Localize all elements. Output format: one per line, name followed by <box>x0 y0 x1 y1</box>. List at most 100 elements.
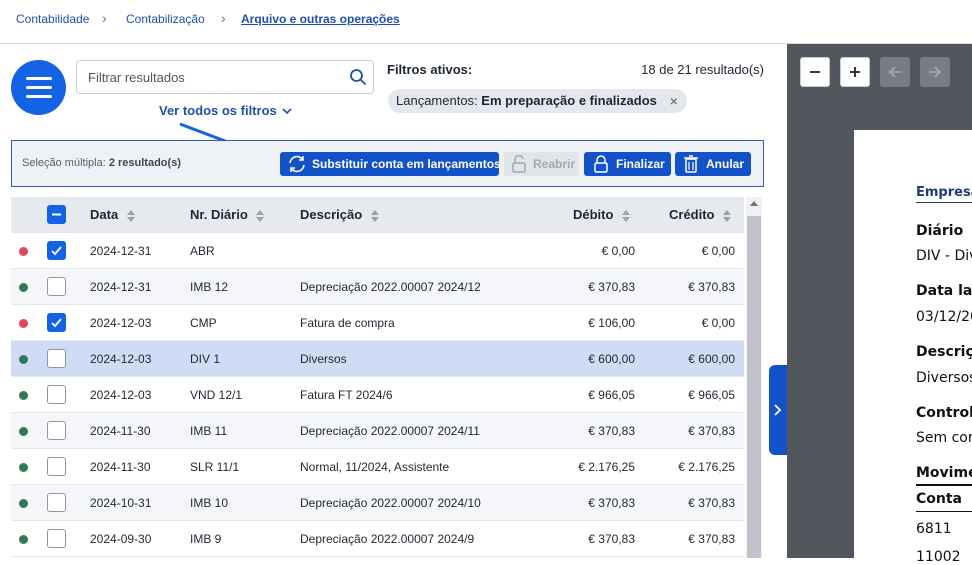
preview-description-value: Diversos <box>916 370 972 386</box>
cell-debit: € 370,83 <box>588 532 635 546</box>
arrow-right-icon <box>929 66 942 78</box>
row-checkbox[interactable] <box>47 349 66 368</box>
status-dot <box>19 247 28 256</box>
column-header-description[interactable]: Descrição <box>300 207 362 222</box>
cell-debit: € 966,05 <box>588 388 635 402</box>
preview-description-label: Descriç <box>916 344 972 360</box>
table-row[interactable]: 2024-12-03 DIV 1 Diversos € 600,00 € 600,00 <box>11 341 744 377</box>
sort-icon[interactable] <box>126 210 136 222</box>
close-icon[interactable]: × <box>670 89 678 113</box>
sort-icon[interactable] <box>722 210 732 222</box>
breadcrumb: Contabilidade › Contabilização › Arquivo… <box>0 0 972 44</box>
plus-icon <box>850 67 860 77</box>
replace-account-button[interactable]: Substituir conta em lançamentos <box>280 152 501 176</box>
sort-icon[interactable] <box>255 210 265 222</box>
filter-chip-value: Em preparação e finalizados <box>481 93 657 108</box>
status-dot <box>19 427 28 436</box>
filter-chip-prefix: Lançamentos: <box>396 93 478 108</box>
row-checkbox[interactable] <box>47 241 66 260</box>
row-checkbox[interactable] <box>47 313 66 332</box>
reopen-button[interactable]: Reabrir <box>504 152 579 176</box>
table-row[interactable]: 2024-09-30 IMB 9 Depreciação 2022.00007 20… <box>11 521 744 557</box>
column-header-credit[interactable]: Crédito <box>669 207 715 222</box>
collapse-panel-button[interactable] <box>769 365 787 455</box>
cell-credit: € 370,83 <box>688 532 735 546</box>
table-row[interactable]: 2024-11-30 IMB 11 Depreciação 2022.00007 2… <box>11 413 744 449</box>
table-row[interactable]: 2024-10-31 IMB 10 Depreciação 2022.00007 2… <box>11 485 744 521</box>
row-checkbox[interactable] <box>47 385 66 404</box>
cell-description: Depreciação 2022.00007 2024/11 <box>300 424 480 438</box>
select-all-checkbox[interactable] <box>47 205 66 224</box>
menu-icon-bar <box>26 86 52 89</box>
scroll-up-icon[interactable] <box>750 201 758 206</box>
cell-debit: € 0,00 <box>601 244 635 258</box>
column-header-date[interactable]: Data <box>90 207 118 222</box>
cell-journal: ABR <box>190 244 215 258</box>
menu-button[interactable] <box>11 60 66 115</box>
table-row[interactable]: 2024-12-31 IMB 12 Depreciação 2022.00007 2… <box>11 269 744 305</box>
minus-icon <box>810 71 820 73</box>
row-checkbox[interactable] <box>47 421 66 440</box>
selection-label-text: Seleção múltipla: <box>22 157 106 169</box>
status-dot <box>19 535 28 544</box>
filter-chip[interactable]: Lançamentos: Em preparação e finalizados… <box>388 89 687 113</box>
refresh-icon <box>289 155 305 173</box>
table-row[interactable]: 2024-12-31 ABR € 0,00 € 0,00 <box>11 233 744 269</box>
finalize-button[interactable]: Finalizar <box>584 152 671 176</box>
preview-account-1: 6811 <box>916 521 952 537</box>
bulk-actions-bar: Seleção múltipla: 2 resultado(s) Substit… <box>11 140 764 187</box>
zoom-out-button[interactable] <box>800 57 830 87</box>
row-checkbox[interactable] <box>47 277 66 296</box>
next-button[interactable] <box>920 57 950 87</box>
row-checkbox[interactable] <box>47 457 66 476</box>
status-dot <box>19 391 28 400</box>
search-input[interactable] <box>78 62 338 92</box>
cell-journal: IMB 12 <box>190 280 229 294</box>
scrollbar[interactable] <box>746 197 762 558</box>
table-row[interactable]: 2024-12-03 CMP Fatura de compra € 106,00 € 0… <box>11 305 744 341</box>
results-count: 18 de 21 resultado(s) <box>641 62 764 77</box>
sort-icon[interactable] <box>621 210 631 222</box>
menu-icon <box>26 77 52 80</box>
column-header-debit[interactable]: Débito <box>573 207 613 222</box>
cell-debit: € 370,83 <box>588 424 635 438</box>
breadcrumb-item-contabilidade[interactable]: Contabilidade <box>16 12 89 26</box>
table-row[interactable]: 2024-12-03 VND 12/1 Fatura FT 2024/6 € 966,… <box>11 377 744 413</box>
table-header: Data Nr. Diário Descrição Débito Crédito <box>11 197 744 233</box>
breadcrumb-item-arquivo[interactable]: Arquivo e outras operações <box>241 12 400 26</box>
cell-description: Fatura de compra <box>300 316 395 330</box>
selection-count: 2 resultado(s) <box>108 157 181 169</box>
cell-date: 2024-11-30 <box>90 424 151 438</box>
cell-date: 2024-11-30 <box>90 460 151 474</box>
search-box <box>76 60 374 94</box>
chevron-down-icon[interactable] <box>281 106 293 116</box>
table-row[interactable]: 2024-11-30 SLR 11/1 Normal, 11/2024, Assis… <box>11 449 744 485</box>
cell-journal: IMB 11 <box>190 424 228 438</box>
cell-credit: € 966,05 <box>688 388 735 402</box>
row-checkbox[interactable] <box>47 529 66 548</box>
check-icon <box>51 318 62 328</box>
cell-description: Depreciação 2022.00007 2024/9 <box>300 532 475 546</box>
zoom-in-button[interactable] <box>840 57 870 87</box>
cell-journal: DIV 1 <box>190 352 221 366</box>
cell-credit: € 370,83 <box>688 424 735 438</box>
preview-journal-label: Diário <box>916 223 964 239</box>
previous-button[interactable] <box>880 57 910 87</box>
scrollbar-thumb[interactable] <box>747 216 761 558</box>
sort-icon[interactable] <box>370 210 380 222</box>
trash-icon <box>684 155 698 173</box>
unlock-icon <box>512 155 526 173</box>
row-checkbox[interactable] <box>47 493 66 512</box>
breadcrumb-item-contabilizacao[interactable]: Contabilização <box>126 12 205 26</box>
search-icon[interactable] <box>349 68 367 86</box>
preview-movements-label: Movime <box>916 465 972 481</box>
column-header-journal[interactable]: Nr. Diário <box>190 207 248 222</box>
lock-icon <box>594 155 608 173</box>
selection-label: Seleção múltipla: 2 resultado(s) <box>22 157 181 169</box>
check-icon <box>51 246 62 256</box>
cell-description: Normal, 11/2024, Assistente <box>300 460 450 474</box>
active-filters-label: Filtros ativos: <box>387 62 473 77</box>
cell-journal: SLR 11/1 <box>190 460 240 474</box>
see-all-filters-link[interactable]: Ver todos os filtros <box>159 103 277 118</box>
cancel-button[interactable]: Anular <box>675 152 751 176</box>
